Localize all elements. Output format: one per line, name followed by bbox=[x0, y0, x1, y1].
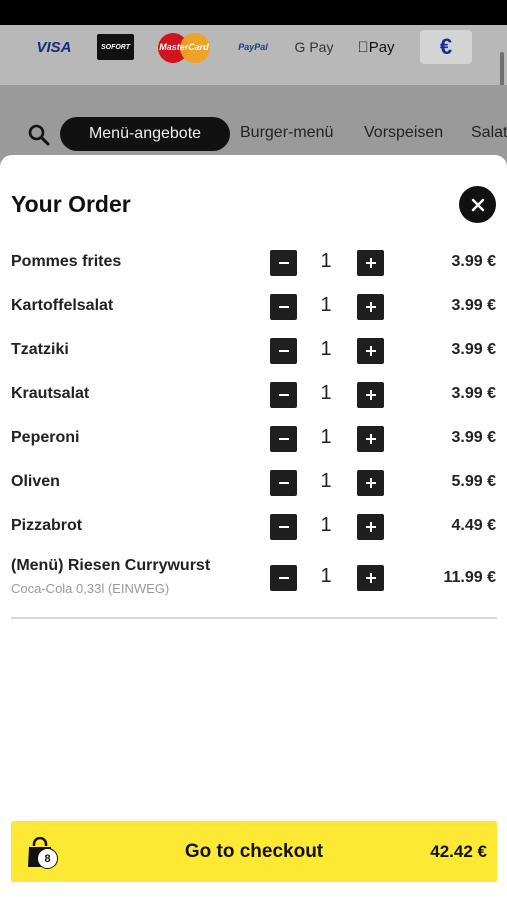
plus-icon bbox=[365, 346, 376, 356]
item-quantity: 1 bbox=[320, 382, 332, 404]
decrease-quantity-button[interactable] bbox=[270, 338, 297, 364]
increase-quantity-button[interactable] bbox=[357, 514, 384, 540]
item-name: Krautsalat bbox=[11, 385, 90, 402]
minus-icon bbox=[278, 350, 289, 352]
visa-logo: VISA bbox=[36, 38, 72, 56]
increase-quantity-button[interactable] bbox=[357, 250, 384, 276]
item-option: Coca-Cola 0,33l (EINWEG) bbox=[11, 581, 170, 596]
item-price: 3.99 € bbox=[451, 253, 496, 270]
item-price: 11.99 € bbox=[443, 569, 497, 586]
close-button[interactable] bbox=[459, 186, 496, 223]
mastercard-text: MasterCard bbox=[159, 42, 209, 52]
decrease-quantity-button[interactable] bbox=[270, 250, 297, 276]
item-price: 5.99 € bbox=[451, 473, 496, 490]
close-icon bbox=[471, 198, 484, 211]
minus-icon bbox=[278, 577, 289, 579]
increase-quantity-button[interactable] bbox=[357, 382, 384, 408]
decrease-quantity-button[interactable] bbox=[270, 565, 297, 591]
item-price: 3.99 € bbox=[451, 429, 496, 446]
item-quantity: 1 bbox=[320, 470, 332, 492]
search-icon[interactable] bbox=[28, 124, 50, 146]
item-quantity: 1 bbox=[320, 338, 332, 360]
item-quantity: 1 bbox=[320, 250, 332, 272]
item-price: 3.99 € bbox=[451, 385, 496, 402]
plus-icon bbox=[365, 522, 376, 532]
item-name: Peperoni bbox=[11, 429, 80, 446]
item-name: Pommes frites bbox=[11, 253, 122, 270]
item-name: Tzatziki bbox=[11, 341, 69, 358]
paypal-logo: PayPal bbox=[238, 42, 268, 52]
increase-quantity-button[interactable] bbox=[357, 294, 384, 320]
checkout-button[interactable]: 8 Go to checkout 42.42 € bbox=[11, 821, 497, 882]
currency-button[interactable]: € bbox=[420, 30, 472, 64]
minus-icon bbox=[278, 262, 289, 264]
plus-icon bbox=[365, 302, 376, 312]
order-item-row: Krautsalat 1 3.99 € bbox=[0, 377, 507, 417]
order-item-row: Tzatziki 1 3.99 € bbox=[0, 333, 507, 373]
order-sheet: Your Order Pommes frites 1 3.99 € Kartof… bbox=[0, 155, 507, 900]
order-item-row: Peperoni 1 3.99 € bbox=[0, 421, 507, 461]
status-bar bbox=[0, 0, 507, 25]
tab-vorspeisen[interactable]: Vorspeisen bbox=[364, 124, 443, 142]
tab-menu-angebote[interactable]: Menü-angebote bbox=[60, 117, 230, 151]
order-item-row: Pizzabrot 1 4.49 € bbox=[0, 509, 507, 549]
minus-icon bbox=[278, 306, 289, 308]
apple-icon:  bbox=[357, 39, 368, 56]
plus-icon bbox=[365, 573, 376, 583]
item-price: 4.49 € bbox=[451, 517, 496, 534]
order-divider bbox=[11, 617, 497, 619]
checkout-label: Go to checkout bbox=[184, 841, 324, 862]
sofort-logo: SOFORT bbox=[97, 34, 134, 60]
item-quantity: 1 bbox=[320, 294, 332, 316]
tab-burger-menu[interactable]: Burger-menü bbox=[240, 124, 333, 142]
apple-pay-text: Pay bbox=[363, 38, 395, 56]
minus-icon bbox=[278, 394, 289, 396]
decrease-quantity-button[interactable] bbox=[270, 426, 297, 452]
item-quantity: 1 bbox=[320, 426, 332, 448]
item-name: Kartoffelsalat bbox=[11, 297, 114, 314]
mastercard-logo: MasterCard bbox=[158, 33, 210, 63]
increase-quantity-button[interactable] bbox=[357, 338, 384, 364]
item-name: Pizzabrot bbox=[11, 517, 83, 534]
order-item-row: Pommes frites 1 3.99 € bbox=[0, 245, 507, 285]
decrease-quantity-button[interactable] bbox=[270, 382, 297, 408]
plus-icon bbox=[365, 258, 376, 268]
increase-quantity-button[interactable] bbox=[357, 426, 384, 452]
order-title: Your Order bbox=[11, 191, 131, 217]
checkout-total: 42.42 € bbox=[430, 842, 487, 861]
increase-quantity-button[interactable] bbox=[357, 565, 384, 591]
item-quantity: 1 bbox=[320, 514, 332, 536]
plus-icon bbox=[365, 478, 376, 488]
order-item-row: (Menü) Riesen Currywurst Coca-Cola 0,33l… bbox=[0, 557, 507, 597]
google-pay-logo: G Pay bbox=[294, 39, 334, 55]
order-item-row: Oliven 1 5.99 € bbox=[0, 465, 507, 505]
decrease-quantity-button[interactable] bbox=[270, 470, 297, 496]
tab-salat[interactable]: Salat bbox=[471, 124, 507, 142]
minus-icon bbox=[278, 526, 289, 528]
order-item-row: Kartoffelsalat 1 3.99 € bbox=[0, 289, 507, 329]
item-name: Oliven bbox=[11, 473, 60, 490]
minus-icon bbox=[278, 482, 289, 484]
increase-quantity-button[interactable] bbox=[357, 470, 384, 496]
plus-icon bbox=[365, 434, 376, 444]
item-price: 3.99 € bbox=[451, 341, 496, 358]
decrease-quantity-button[interactable] bbox=[270, 514, 297, 540]
decrease-quantity-button[interactable] bbox=[270, 294, 297, 320]
plus-icon bbox=[365, 390, 376, 400]
minus-icon bbox=[278, 438, 289, 440]
item-name: (Menü) Riesen Currywurst bbox=[11, 557, 211, 574]
item-quantity: 1 bbox=[320, 565, 332, 587]
apple-pay-logo: Pay bbox=[355, 33, 397, 61]
item-price: 3.99 € bbox=[451, 297, 496, 314]
